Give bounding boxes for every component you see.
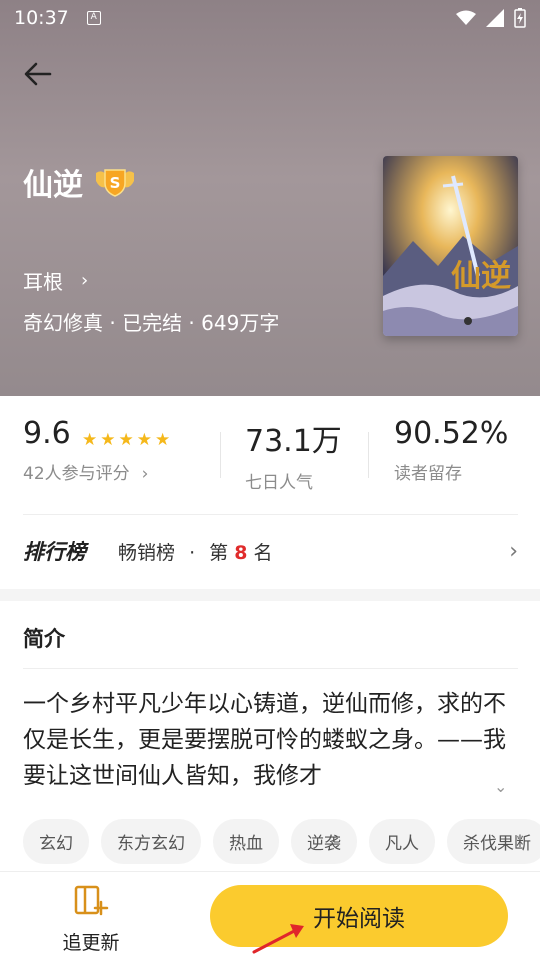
status-time: 10:37 [14,7,69,29]
book-title: 仙逆 [23,168,83,203]
retention-label: 读者留存 [394,464,462,484]
ranking-number: 8 [234,541,248,564]
intro-heading: 简介 [23,627,65,651]
popularity-value: 73.1万 [245,424,342,459]
status-bar: 10:37 A [0,0,540,36]
author-link[interactable]: 耳根 › [23,266,88,295]
tag[interactable]: 逆袭 [291,819,357,864]
tag[interactable]: 东方玄幻 [101,819,201,864]
intro-card: 简介 一个乡村平凡少年以心铸道，逆仙而修，求的不仅是长生，更是要摆脱可怜的蝼蚁之… [0,601,540,871]
book-meta: 奇幻修真 · 已完结 · 649万字 [23,311,280,335]
follow-updates-button[interactable]: 追更新 [58,884,124,955]
stats-card: 9.6 42人参与评分 › ★★★★★ 73.1万 七日人气 90.52% 读者留… [0,396,540,589]
divider [23,668,518,669]
chevron-right-icon: › [509,538,518,564]
vip-badge-icon: S [96,169,134,197]
tag[interactable]: 热血 [213,819,279,864]
pointer-arrow-icon [252,924,304,954]
divider [220,432,221,478]
badge-letter: S [110,174,121,192]
intro-text[interactable]: 一个乡村平凡少年以心铸道，逆仙而修，求的不仅是长生，更是要摆脱可怜的蝼蚁之身。—… [23,686,523,794]
cover-art: 仙逆 [383,156,518,336]
cover-title: 仙逆 [451,259,511,294]
signal-icon [486,9,504,27]
popularity-label: 七日人气 [245,473,313,493]
ranking-text: 畅销榜 · 第 8 名 [118,541,273,564]
tag[interactable]: 玄幻 [23,819,89,864]
retention-value: 90.52% [394,416,509,451]
book-header: 10:37 A 仙逆 S 耳根 › 奇幻修真 · 已完结 · 649万字 仙逆 [0,0,540,396]
ranking-title: 排行榜 [23,540,86,564]
tag[interactable]: 凡人 [369,819,435,864]
wifi-icon [456,10,476,25]
battery-icon [514,8,526,28]
popularity-stat: 73.1万 七日人气 [245,416,342,493]
follow-label: 追更新 [62,932,120,954]
notification-icon: A [86,11,101,25]
ranking-row[interactable]: 排行榜 畅销榜 · 第 8 名 › [23,536,518,566]
back-arrow-icon[interactable] [22,58,54,90]
divider [23,514,518,515]
expand-chevron-icon[interactable]: ⌄ [494,777,507,796]
tag-list: 玄幻 东方玄幻 热血 逆袭 凡人 杀伐果断 [23,819,540,864]
book-add-icon [74,885,109,916]
tag[interactable]: 杀伐果断 [447,819,540,864]
book-cover[interactable]: 仙逆 [383,156,518,336]
retention-stat: 90.52% 读者留存 [394,416,508,484]
chevron-right-icon: › [81,270,89,291]
rating-stat[interactable]: 9.6 42人参与评分 › [23,416,148,484]
author-name: 耳根 [23,270,63,294]
divider [368,432,369,478]
rating-label: 42人参与评分 › [23,464,149,484]
rating-stars: ★★★★★ [82,430,174,450]
